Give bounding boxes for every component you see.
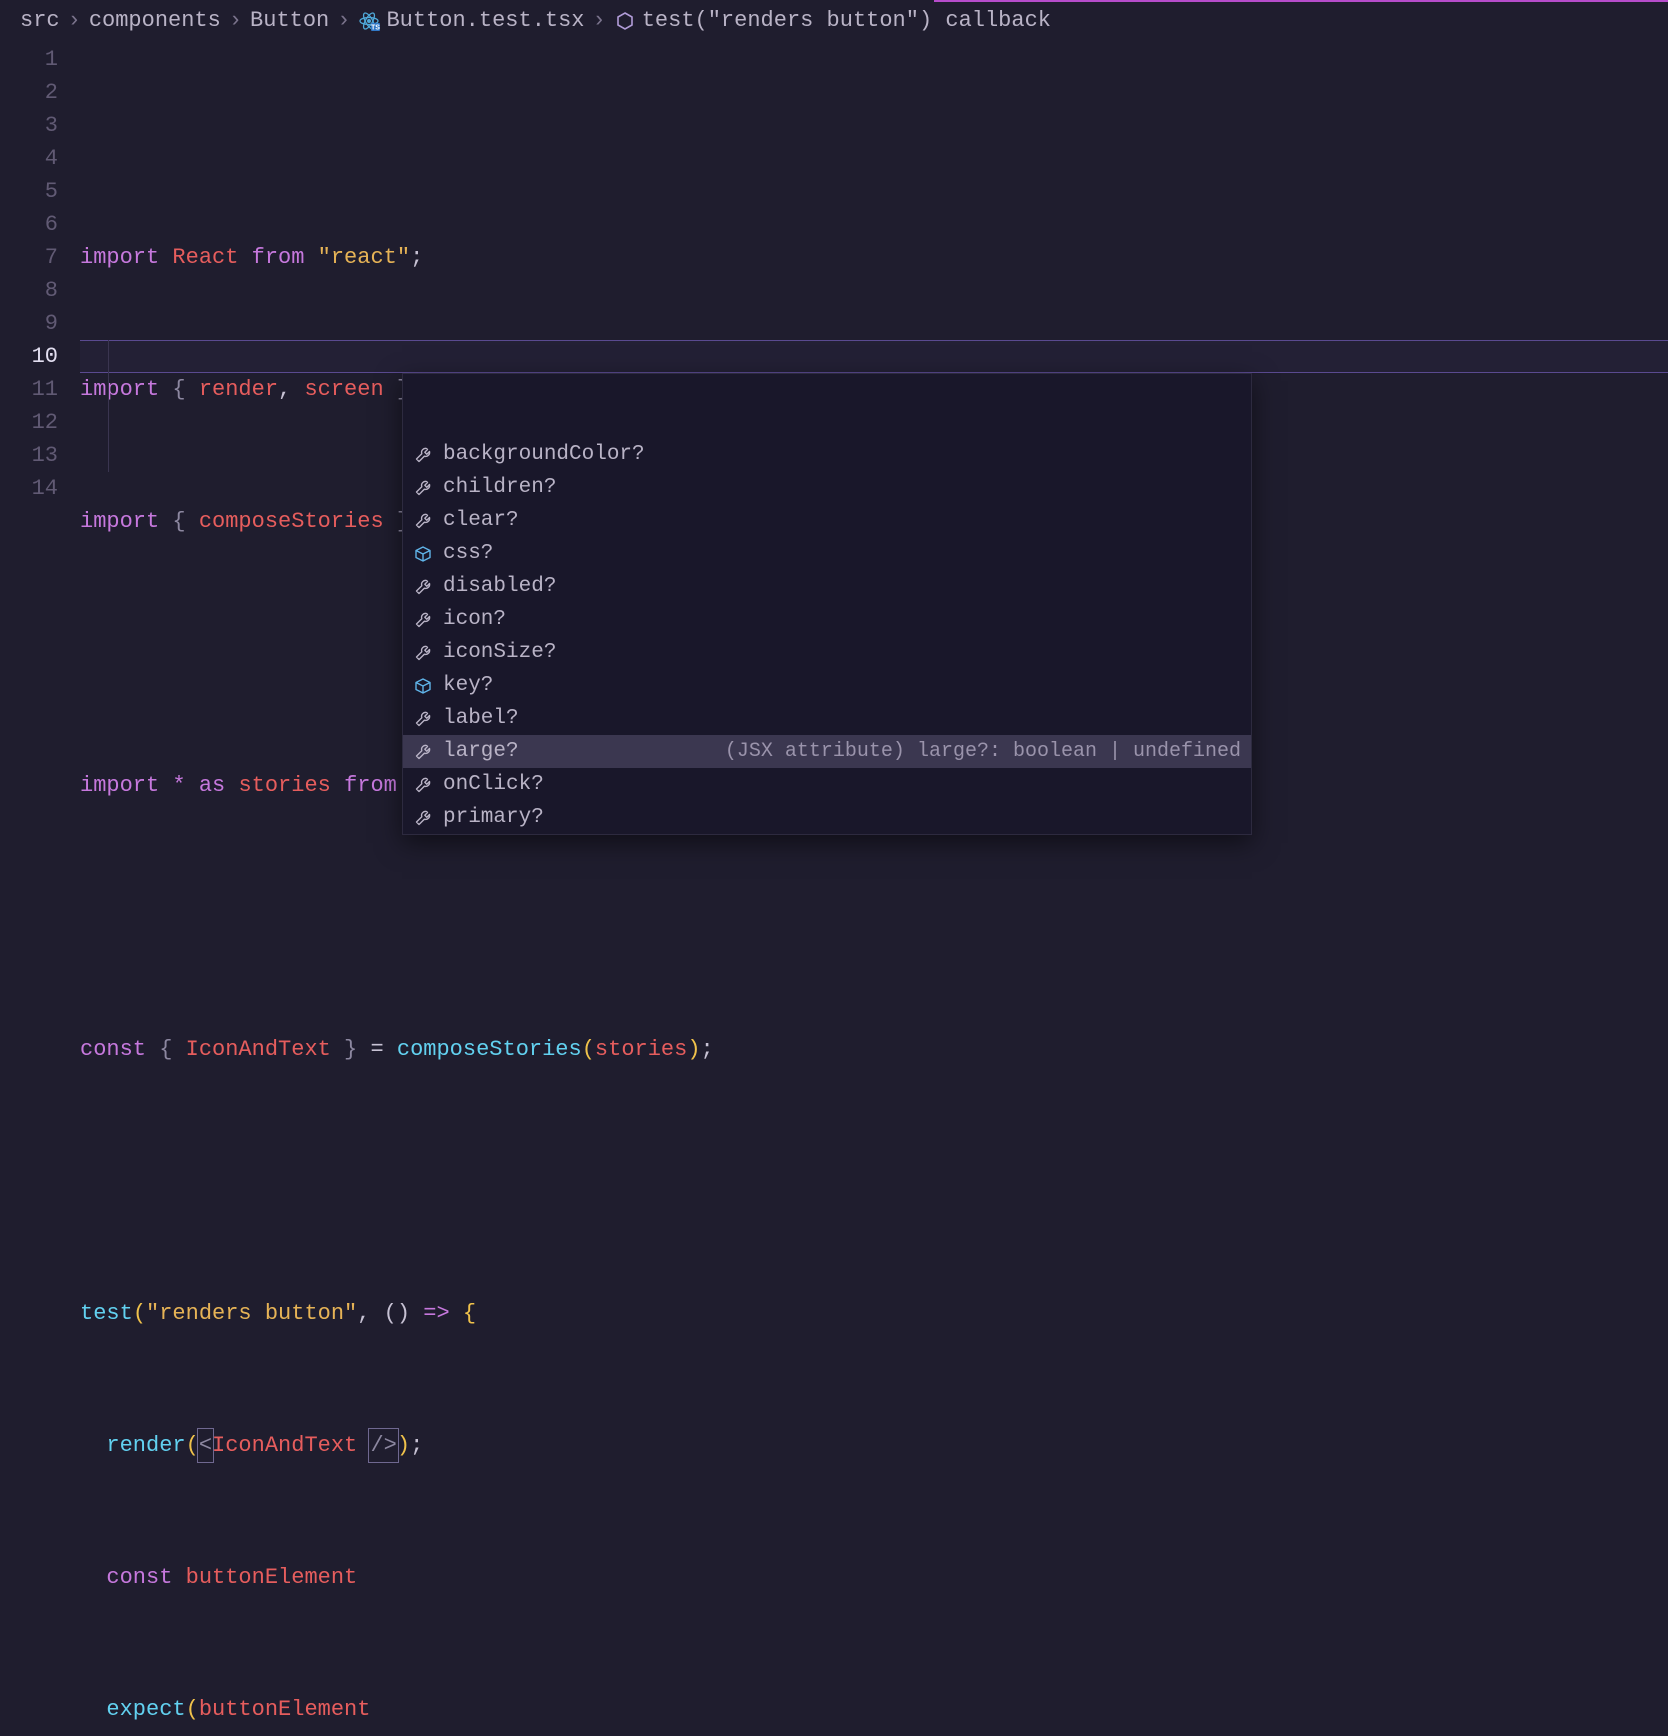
line-number-gutter: 1 2 3 4 5 6 7 8 9 10 11 12 13 14 bbox=[0, 43, 80, 505]
chevron-right-icon: › bbox=[585, 4, 614, 37]
autocomplete-label: disabled? bbox=[443, 571, 556, 603]
autocomplete-label: label? bbox=[443, 703, 519, 735]
wrench-icon bbox=[413, 743, 433, 761]
line-number: 14 bbox=[0, 472, 58, 505]
autocomplete-label: iconSize? bbox=[443, 637, 556, 669]
autocomplete-label: large? bbox=[443, 736, 519, 768]
line-number: 1 bbox=[0, 43, 58, 76]
autocomplete-item[interactable]: large? (JSX attribute) large?: boolean | … bbox=[403, 735, 1251, 768]
autocomplete-item[interactable]: icon? bbox=[403, 603, 1251, 636]
indent-guide bbox=[108, 340, 109, 472]
breadcrumb-label: src bbox=[20, 4, 60, 37]
autocomplete-label: onClick? bbox=[443, 769, 544, 801]
line-number: 3 bbox=[0, 109, 58, 142]
code-content[interactable]: import React from "react"; import { rend… bbox=[80, 43, 1668, 1736]
autocomplete-item[interactable]: iconSize? bbox=[403, 636, 1251, 669]
breadcrumb: src › components › Button › TS Button.te… bbox=[0, 2, 1668, 43]
breadcrumb-label: components bbox=[89, 4, 221, 37]
autocomplete-item[interactable]: css? bbox=[403, 537, 1251, 570]
code-line: expect(buttonElement bbox=[80, 1693, 1668, 1726]
wrench-icon bbox=[413, 479, 433, 497]
autocomplete-item[interactable]: disabled? bbox=[403, 570, 1251, 603]
breadcrumb-segment-file[interactable]: TS Button.test.tsx bbox=[358, 4, 584, 37]
line-number: 11 bbox=[0, 373, 58, 406]
wrench-icon bbox=[413, 512, 433, 530]
line-number: 9 bbox=[0, 307, 58, 340]
wrench-icon bbox=[413, 446, 433, 464]
line-number: 10 bbox=[0, 340, 58, 373]
code-line bbox=[80, 1165, 1668, 1198]
breadcrumb-segment-src[interactable]: src bbox=[20, 4, 60, 37]
autocomplete-item[interactable]: primary? bbox=[403, 801, 1251, 834]
breadcrumb-segment-components[interactable]: components bbox=[89, 4, 221, 37]
autocomplete-hint: (JSX attribute) large?: boolean | undefi… bbox=[725, 736, 1241, 768]
chevron-right-icon: › bbox=[329, 4, 358, 37]
autocomplete-label: key? bbox=[443, 670, 493, 702]
chevron-right-icon: › bbox=[60, 4, 89, 37]
wrench-icon bbox=[413, 710, 433, 728]
code-line: const buttonElement bbox=[80, 1561, 1668, 1594]
code-line bbox=[80, 901, 1668, 934]
autocomplete-label: children? bbox=[443, 472, 556, 504]
box-icon bbox=[413, 677, 433, 695]
current-line-highlight bbox=[80, 340, 1668, 373]
wrench-icon bbox=[413, 776, 433, 794]
breadcrumb-label: Button.test.tsx bbox=[386, 4, 584, 37]
autocomplete-popup[interactable]: backgroundColor?children?clear?css?disab… bbox=[402, 373, 1252, 835]
wrench-icon bbox=[413, 644, 433, 662]
autocomplete-label: css? bbox=[443, 538, 493, 570]
wrench-icon bbox=[413, 578, 433, 596]
code-line: test("renders button", () => { bbox=[80, 1297, 1668, 1330]
symbol-method-icon bbox=[614, 10, 636, 32]
autocomplete-item[interactable]: backgroundColor? bbox=[403, 438, 1251, 471]
autocomplete-item[interactable]: key? bbox=[403, 669, 1251, 702]
box-icon bbox=[413, 545, 433, 563]
autocomplete-item[interactable]: onClick? bbox=[403, 768, 1251, 801]
svg-text:TS: TS bbox=[371, 24, 380, 31]
breadcrumb-label: Button bbox=[250, 4, 329, 37]
autocomplete-label: primary? bbox=[443, 802, 544, 834]
line-number: 4 bbox=[0, 142, 58, 175]
react-ts-file-icon: TS bbox=[358, 10, 380, 32]
code-line: render(<IconAndText />); bbox=[80, 1429, 1668, 1462]
line-number: 6 bbox=[0, 208, 58, 241]
autocomplete-label: backgroundColor? bbox=[443, 439, 645, 471]
line-number: 12 bbox=[0, 406, 58, 439]
autocomplete-item[interactable]: children? bbox=[403, 471, 1251, 504]
line-number: 2 bbox=[0, 76, 58, 109]
editor[interactable]: 1 2 3 4 5 6 7 8 9 10 11 12 13 14 import … bbox=[0, 43, 1668, 1736]
code-line: const { IconAndText } = composeStories(s… bbox=[80, 1033, 1668, 1066]
line-number: 8 bbox=[0, 274, 58, 307]
line-number: 5 bbox=[0, 175, 58, 208]
autocomplete-label: clear? bbox=[443, 505, 519, 537]
line-number: 13 bbox=[0, 439, 58, 472]
code-line: import React from "react"; bbox=[80, 241, 1668, 274]
breadcrumb-label: test("renders button") callback bbox=[642, 4, 1051, 37]
autocomplete-item[interactable]: clear? bbox=[403, 504, 1251, 537]
wrench-icon bbox=[413, 809, 433, 827]
line-number: 7 bbox=[0, 241, 58, 274]
wrench-icon bbox=[413, 611, 433, 629]
autocomplete-label: icon? bbox=[443, 604, 506, 636]
breadcrumb-segment-symbol[interactable]: test("renders button") callback bbox=[614, 4, 1051, 37]
autocomplete-item[interactable]: label? bbox=[403, 702, 1251, 735]
chevron-right-icon: › bbox=[221, 4, 250, 37]
breadcrumb-segment-button[interactable]: Button bbox=[250, 4, 329, 37]
